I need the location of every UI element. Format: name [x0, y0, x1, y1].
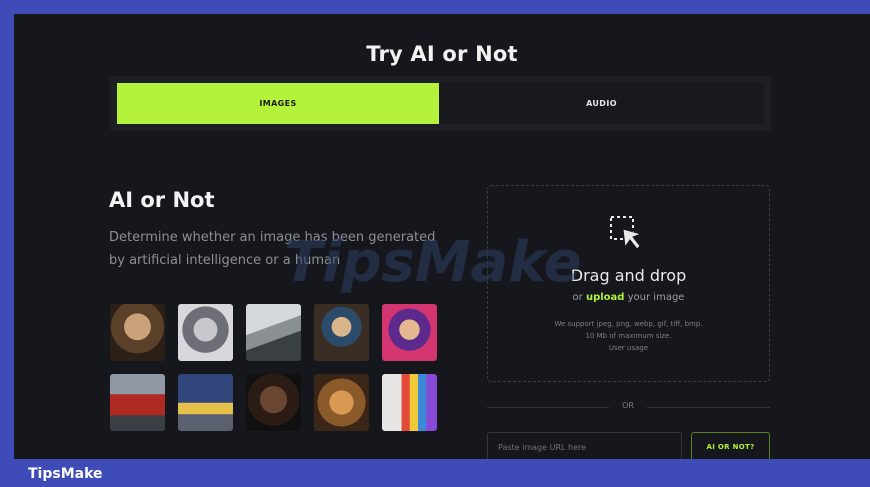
upload-link[interactable]: upload: [586, 292, 624, 303]
dropzone-subtitle: or upload your image: [488, 292, 769, 303]
tab-images[interactable]: IMAGES: [117, 83, 439, 124]
dropzone-title: Drag and drop: [570, 266, 687, 285]
example-image-pearl-earring[interactable]: [314, 304, 369, 361]
upload-dropzone[interactable]: Drag and drop or upload your image We su…: [487, 185, 770, 382]
example-image-silver-alien[interactable]: [178, 304, 233, 361]
example-image-tiger[interactable]: [178, 374, 233, 431]
dropzone-note-formats: We support jpeg, png, webp, gif, tiff, b…: [554, 320, 703, 328]
section-description: Determine whether an image has been gene…: [109, 230, 436, 268]
page-title: Try AI or Not: [366, 42, 518, 66]
example-images-grid: [110, 304, 440, 431]
tab-audio[interactable]: AUDIO: [439, 83, 764, 124]
divider-line-right: [647, 407, 770, 408]
example-image-cat[interactable]: [314, 374, 369, 431]
example-image-polar-bear[interactable]: [246, 304, 301, 361]
dropzone-note-size: 10 Mb of maximum size.: [585, 332, 672, 340]
image-url-input[interactable]: [487, 432, 682, 459]
footer-brand: TipsMake: [28, 466, 103, 482]
select-cursor-icon: [610, 216, 643, 250]
example-image-old-man[interactable]: [110, 304, 165, 361]
footer-bar: TipsMake: [0, 459, 870, 487]
dropzone-sub-prefix: or: [572, 292, 583, 303]
ai-or-not-button[interactable]: AI OR NOT?: [691, 432, 770, 459]
example-image-anime-girl[interactable]: [382, 304, 437, 361]
example-image-dark-portrait[interactable]: [246, 374, 301, 431]
example-image-red-car[interactable]: [110, 374, 165, 431]
dropzone-sub-suffix: your image: [627, 292, 685, 303]
divider-line-left: [487, 407, 609, 408]
tab-bar: IMAGES AUDIO: [110, 76, 771, 131]
dropzone-note: We support jpeg, png, webp, gif, tiff, b…: [488, 318, 769, 354]
app-window: Try AI or Not IMAGES AUDIO AI or Not Det…: [14, 14, 870, 459]
or-divider: OR: [487, 400, 770, 414]
dropzone-note-usage[interactable]: User usage: [488, 342, 769, 354]
section-heading: AI or Not: [109, 188, 215, 212]
or-label: OR: [622, 401, 634, 410]
example-image-pope-coat[interactable]: [382, 374, 437, 431]
